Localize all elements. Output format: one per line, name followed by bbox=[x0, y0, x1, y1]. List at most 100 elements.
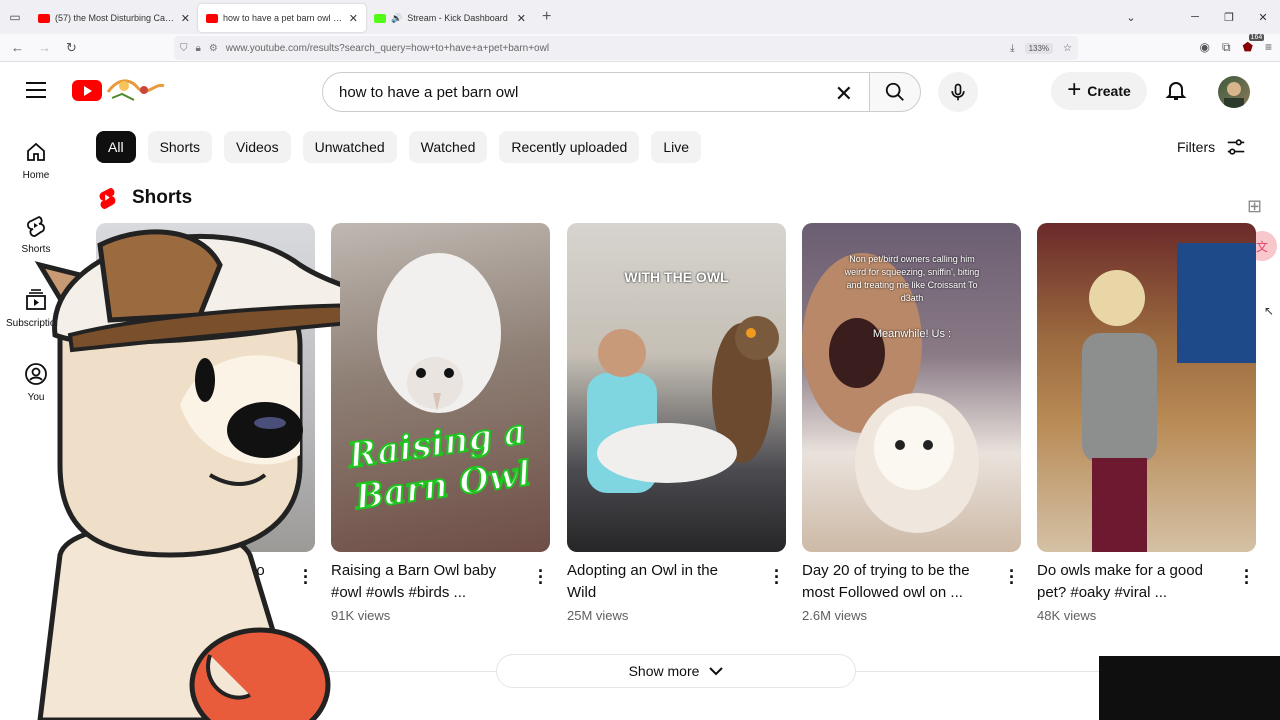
hamburger-menu-icon[interactable] bbox=[26, 82, 46, 103]
short-title[interactable]: Do owls make for a good pet? #oaky #vira… bbox=[1037, 560, 1217, 604]
chip-watched[interactable]: Watched bbox=[408, 131, 488, 163]
filters-icon bbox=[1227, 139, 1245, 155]
search-input[interactable]: how to have a pet barn owl ✕ bbox=[322, 72, 870, 112]
youtube-favicon-icon bbox=[206, 13, 218, 23]
forward-button[interactable]: → bbox=[31, 40, 58, 55]
close-tab-icon[interactable]: ✕ bbox=[517, 12, 526, 25]
tab-title: (57) the Most Disturbing Cave D bbox=[55, 13, 176, 23]
extension-badge: 164 bbox=[1248, 34, 1265, 41]
ublock-icon[interactable]: ⬟ 164 bbox=[1243, 34, 1265, 55]
clear-search-icon[interactable]: ✕ bbox=[835, 81, 853, 107]
download-icon[interactable]: ⤓ bbox=[1010, 43, 1014, 54]
short-item-4[interactable]: Day 20 of trying to be the most Followed… bbox=[802, 560, 1021, 623]
shorts-logo-icon bbox=[99, 187, 116, 209]
short-title[interactable]: Day 20 of trying to be the most Followed… bbox=[802, 560, 982, 604]
chip-videos[interactable]: Videos bbox=[224, 131, 291, 163]
shorts-heading: Shorts bbox=[132, 187, 193, 208]
search-query[interactable]: how to have a pet barn owl bbox=[339, 84, 518, 101]
youtube-logo[interactable] bbox=[72, 80, 102, 101]
shorts-section-header: Shorts bbox=[96, 186, 192, 210]
create-label: Create bbox=[1087, 83, 1131, 99]
short-views: 2.6M views bbox=[802, 608, 868, 623]
show-more-button[interactable]: Show more bbox=[496, 654, 856, 688]
browser-tab-3[interactable]: 🔊 Stream - Kick Dashboard ✕ bbox=[366, 4, 534, 32]
youtube-header: how to have a pet barn owl ✕ + Create bbox=[0, 62, 1280, 120]
youtube-doodle-icon[interactable] bbox=[104, 74, 168, 104]
filter-chips: All Shorts Videos Unwatched Watched Rece… bbox=[96, 131, 702, 163]
short-item-3[interactable]: Adopting an Owl in the Wild 25M views · ·… bbox=[567, 560, 786, 623]
show-more-label: Show more bbox=[628, 663, 700, 679]
back-button[interactable]: ← bbox=[4, 40, 31, 55]
url-text[interactable]: www.youtube.com/results?search_query=how… bbox=[226, 43, 549, 54]
create-button[interactable]: + Create bbox=[1051, 72, 1147, 110]
microphone-icon bbox=[951, 83, 965, 101]
chip-all[interactable]: All bbox=[96, 131, 136, 163]
close-tab-icon[interactable]: ✕ bbox=[181, 12, 190, 25]
chevron-down-icon bbox=[709, 667, 724, 676]
short-item-2[interactable]: Raising a Barn Owl baby #owl #owls #bird… bbox=[331, 560, 550, 623]
filters-button[interactable]: Filters bbox=[1177, 136, 1247, 158]
short-thumbnail-5[interactable] bbox=[1037, 223, 1256, 552]
tab-overflow-icon[interactable]: ⌄ bbox=[1114, 11, 1148, 24]
extensions-area: ◉ ⧉ ⬟ 164 ≡ bbox=[1199, 34, 1272, 55]
stream-overlay-box bbox=[1099, 656, 1280, 720]
short-views: 25M views bbox=[567, 608, 629, 623]
address-bar[interactable]: ⛉ 🔒︎ ⚙︎ www.youtube.com/results?search_q… bbox=[174, 36, 1078, 60]
short-item-5[interactable]: Do owls make for a good pet? #oaky #vira… bbox=[1037, 560, 1256, 623]
avatar[interactable] bbox=[1218, 76, 1250, 108]
chip-shorts[interactable]: Shorts bbox=[147, 131, 213, 163]
search-icon bbox=[885, 82, 904, 101]
mouse-cursor-icon: ↖ bbox=[1264, 304, 1275, 318]
search-button[interactable] bbox=[869, 72, 921, 112]
account-icon[interactable]: ◉ bbox=[1199, 40, 1209, 55]
sidebar-item-home[interactable]: Home bbox=[0, 130, 72, 204]
kick-favicon-icon bbox=[374, 13, 386, 23]
short-thumbnail-4[interactable]: Non pet/bird owners calling him weird fo… bbox=[802, 223, 1021, 552]
new-tab-button[interactable]: + bbox=[542, 8, 551, 26]
notifications-bell-icon[interactable] bbox=[1164, 78, 1188, 102]
close-window-button[interactable]: ✕ bbox=[1246, 11, 1280, 24]
shield-icon[interactable]: ⛉ bbox=[180, 43, 188, 54]
voice-search-button[interactable] bbox=[938, 72, 978, 112]
more-actions-icon[interactable]: · · · bbox=[1009, 562, 1015, 592]
close-tab-icon[interactable]: ✕ bbox=[349, 12, 358, 25]
more-actions-icon[interactable]: · · · bbox=[774, 562, 780, 592]
browser-tab-1[interactable]: (57) the Most Disturbing Cave D ✕ bbox=[30, 4, 198, 32]
minimize-button[interactable]: ─ bbox=[1178, 11, 1212, 23]
short-thumbnail-2[interactable]: Raising a Barn Owl bbox=[331, 223, 550, 552]
menu-icon[interactable]: ≡ bbox=[1265, 40, 1272, 55]
reload-button[interactable]: ↻ bbox=[58, 40, 85, 56]
browser-nav-bar: ← → ↻ ⛉ 🔒︎ ⚙︎ www.youtube.com/results?se… bbox=[0, 34, 1280, 62]
maximize-button[interactable]: ❐ bbox=[1212, 11, 1246, 24]
speaker-icon[interactable]: 🔊 bbox=[391, 13, 402, 24]
window-controls: ⌄ ─ ❐ ✕ bbox=[1114, 0, 1280, 34]
tab-title: how to have a pet barn owl - Yo bbox=[223, 13, 344, 23]
extensions-icon[interactable]: ⧉ bbox=[1222, 40, 1231, 55]
more-actions-icon[interactable]: · · · bbox=[1244, 562, 1250, 592]
chip-unwatched[interactable]: Unwatched bbox=[302, 131, 397, 163]
filters-label: Filters bbox=[1177, 139, 1216, 155]
short-views: 48K views bbox=[1037, 608, 1097, 623]
chip-recently-uploaded[interactable]: Recently uploaded bbox=[499, 131, 640, 163]
lock-icon: 🔒︎ bbox=[195, 42, 201, 54]
woman-in-kitchen-image bbox=[1082, 243, 1256, 552]
chip-live[interactable]: Live bbox=[651, 131, 702, 163]
browser-tab-bar: ▭ (57) the Most Disturbing Cave D ✕ how … bbox=[0, 0, 1280, 34]
short-title[interactable]: Adopting an Owl in the Wild bbox=[567, 560, 747, 604]
permissions-icon[interactable]: ⚙︎ bbox=[209, 43, 218, 54]
zoom-level[interactable]: 133% bbox=[1024, 42, 1054, 54]
thumbnail-overlay-text-2: Meanwhile! Us : bbox=[872, 328, 952, 340]
home-icon bbox=[27, 142, 45, 161]
short-views: 91K views bbox=[331, 608, 391, 623]
short-title[interactable]: Raising a Barn Owl baby #owl #owls #bird… bbox=[331, 560, 511, 604]
short-thumbnail-3[interactable]: WITH THE OWL bbox=[567, 223, 786, 552]
browser-tab-2[interactable]: how to have a pet barn owl - Yo ✕ bbox=[198, 4, 366, 32]
more-actions-icon[interactable]: · · · bbox=[538, 562, 544, 592]
tab-list-icon[interactable]: ▭ bbox=[0, 0, 30, 34]
plus-icon: + bbox=[1067, 75, 1082, 103]
divider bbox=[320, 671, 496, 672]
streamer-mascot-overlay bbox=[34, 229, 340, 720]
sidebar-item-label: Home bbox=[22, 170, 50, 181]
grid-view-icon[interactable]: ⊞ bbox=[1247, 196, 1269, 217]
bookmark-star-icon[interactable]: ☆ bbox=[1063, 43, 1072, 54]
